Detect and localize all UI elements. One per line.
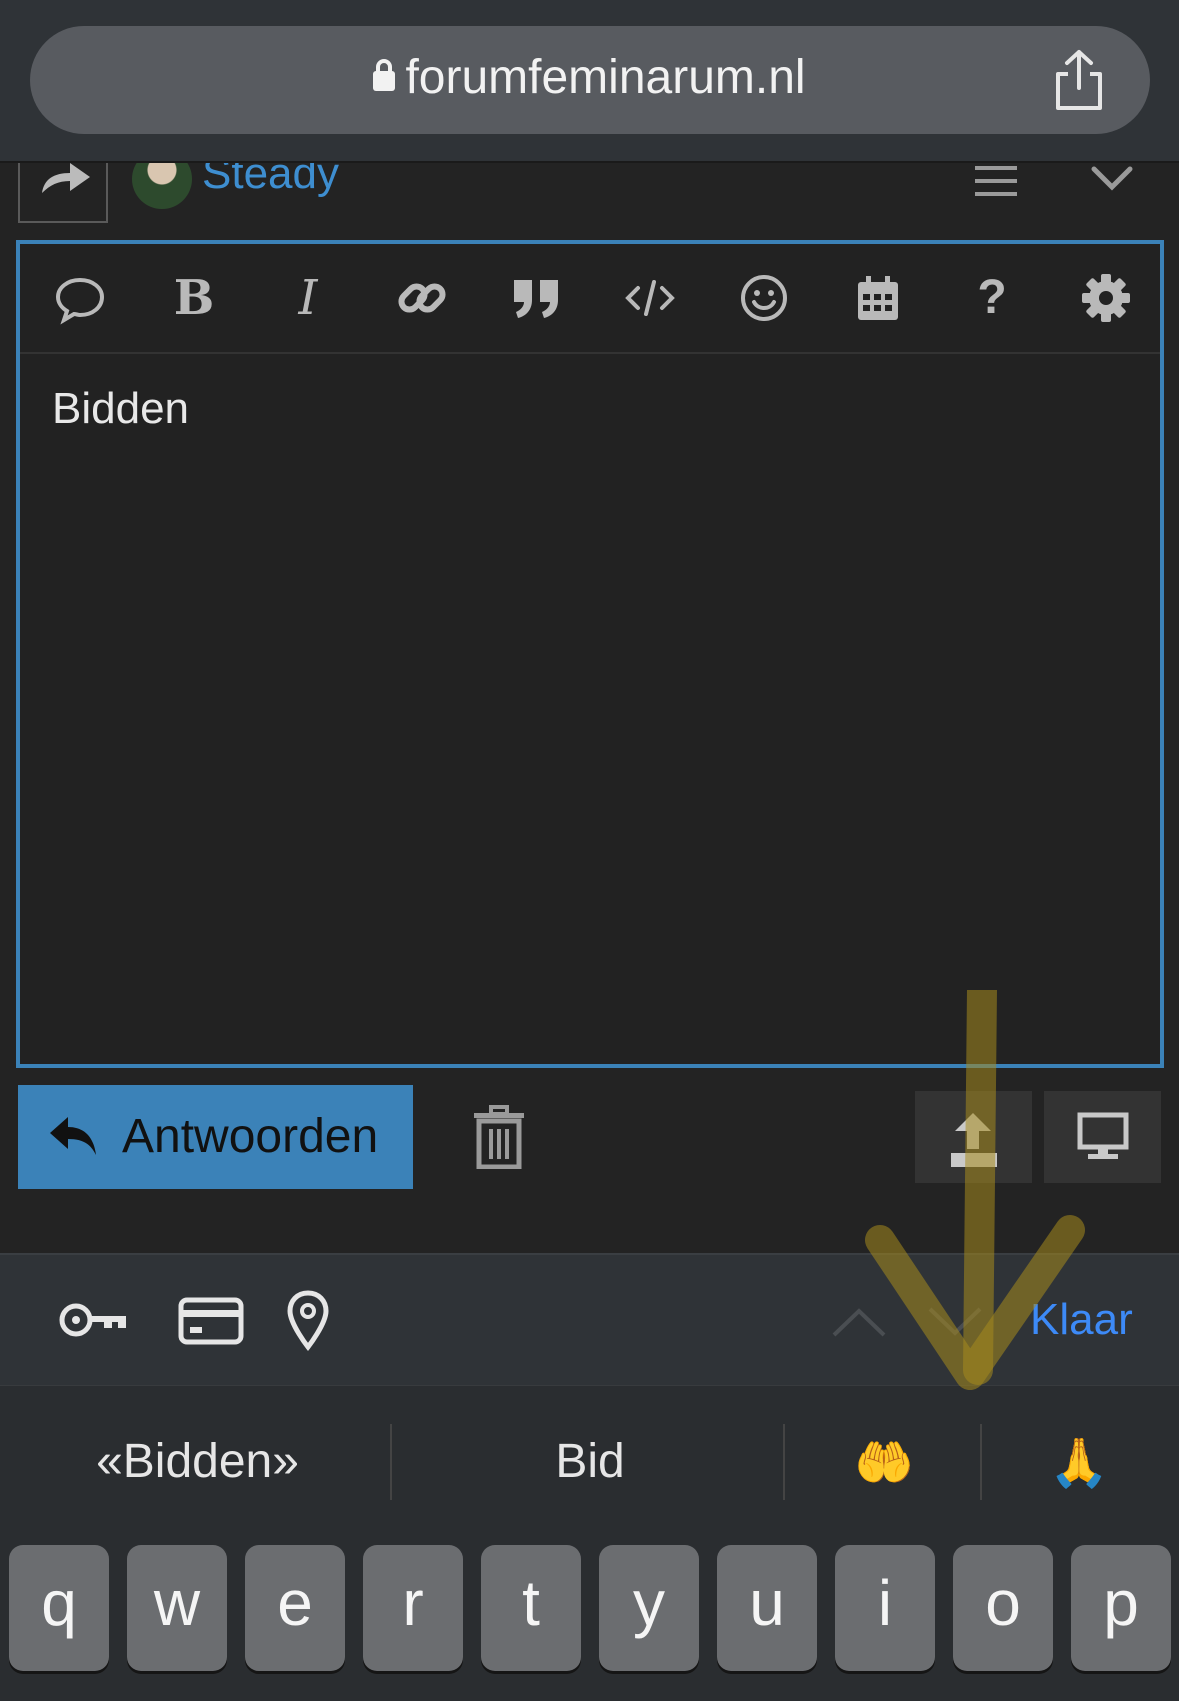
prediction-divider [783, 1424, 785, 1500]
reply-editor[interactable]: B I ? Bidden [16, 240, 1164, 1068]
chevron-up-icon[interactable] [830, 1305, 888, 1339]
lock-icon [373, 59, 396, 91]
bold-icon[interactable]: B [166, 270, 222, 326]
upload-button[interactable] [915, 1091, 1032, 1183]
key-w[interactable]: w [127, 1545, 227, 1671]
gear-icon[interactable] [1078, 270, 1134, 326]
key-i[interactable]: i [835, 1545, 935, 1671]
key-q[interactable]: q [9, 1545, 109, 1671]
prediction-item[interactable]: 🙏 [985, 1434, 1173, 1491]
browser-topbar: forumfeminarum.nl [0, 0, 1179, 163]
prediction-divider [980, 1424, 982, 1500]
help-icon[interactable]: ? [964, 270, 1020, 326]
key-p[interactable]: p [1071, 1545, 1171, 1671]
key-e[interactable]: e [245, 1545, 345, 1671]
italic-icon[interactable]: I [280, 270, 336, 326]
upload-icon [951, 1113, 997, 1167]
key-icon[interactable] [58, 1300, 130, 1340]
key-u[interactable]: u [717, 1545, 817, 1671]
editor-toolbar: B I ? [20, 244, 1160, 354]
username-link[interactable]: Steady [202, 163, 339, 199]
reply-button-label: Antwoorden [122, 1110, 379, 1163]
post-header: Steady [0, 163, 1179, 231]
location-pin-icon[interactable] [286, 1289, 330, 1353]
forward-arrow-icon [42, 163, 90, 193]
keyboard: q w e r t y u i o p [0, 1515, 1179, 1701]
editor-text[interactable]: Bidden [52, 384, 189, 434]
key-t[interactable]: t [481, 1545, 581, 1671]
speech-bubble-icon[interactable] [52, 270, 108, 326]
avatar[interactable] [132, 163, 192, 209]
predictive-text-bar: «Bidden» Bid 🤲 🙏 [0, 1385, 1179, 1515]
code-icon[interactable] [622, 270, 678, 326]
prediction-item[interactable]: «Bidden» [40, 1434, 355, 1489]
credit-card-icon[interactable] [178, 1297, 244, 1345]
trash-icon[interactable] [472, 1105, 526, 1169]
monitor-icon [1077, 1112, 1129, 1159]
key-r[interactable]: r [363, 1545, 463, 1671]
share-icon[interactable] [1050, 48, 1108, 112]
calendar-icon[interactable] [850, 270, 906, 326]
screen: forumfeminarum.nl Steady B I ? Bidden An… [0, 0, 1179, 1701]
key-o[interactable]: o [953, 1545, 1053, 1671]
done-button[interactable]: Klaar [1030, 1295, 1133, 1345]
url-display[interactable]: forumfeminarum.nl [0, 50, 1179, 110]
link-icon[interactable] [394, 270, 450, 326]
prediction-item[interactable]: 🤲 [790, 1434, 978, 1491]
chevron-down-nav-icon[interactable] [926, 1305, 984, 1339]
chevron-down-icon[interactable] [1090, 163, 1134, 193]
prediction-item[interactable]: Bid [400, 1434, 780, 1489]
prediction-divider [390, 1424, 392, 1500]
key-y[interactable]: y [599, 1545, 699, 1671]
menu-icon[interactable] [975, 166, 1017, 198]
smiley-icon[interactable] [736, 270, 792, 326]
reply-button[interactable]: Antwoorden [18, 1085, 413, 1189]
url-text: forumfeminarum.nl [405, 51, 806, 104]
keyboard-accessory-bar: Klaar [0, 1253, 1179, 1385]
share-post-button[interactable] [18, 163, 108, 223]
reply-icon [50, 1117, 96, 1155]
quote-icon[interactable] [508, 270, 564, 326]
preview-button[interactable] [1044, 1091, 1161, 1183]
